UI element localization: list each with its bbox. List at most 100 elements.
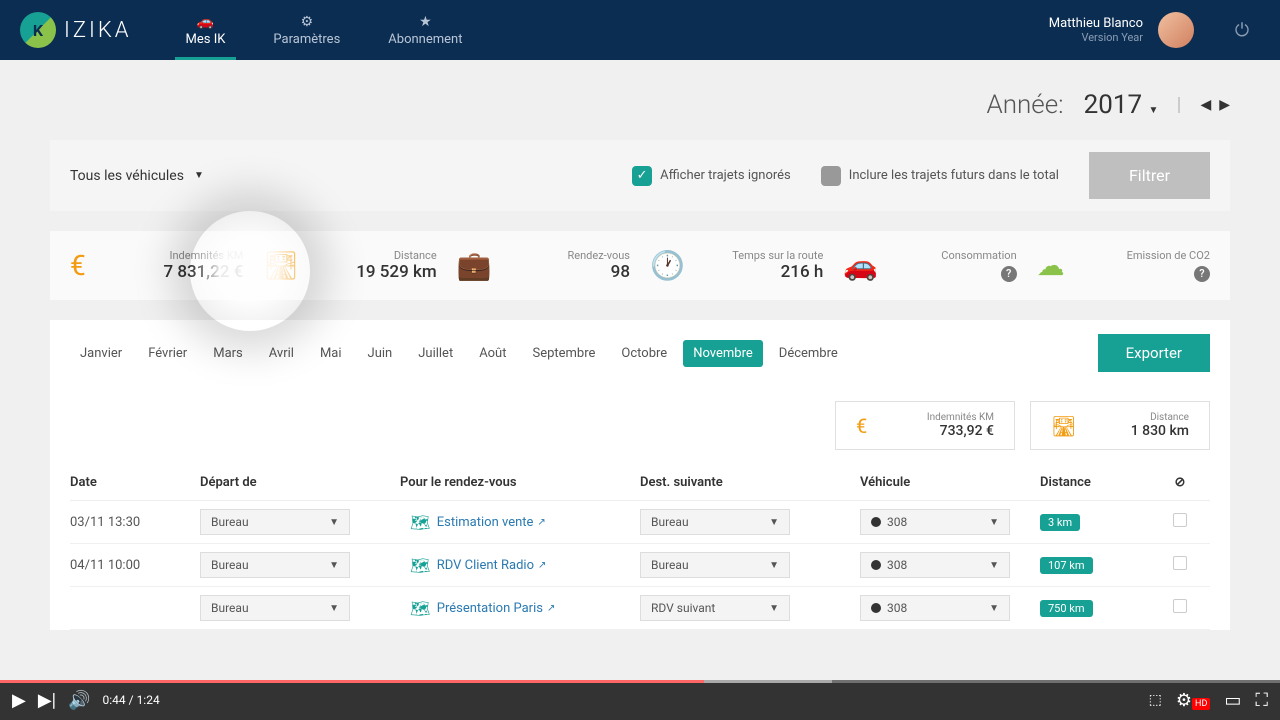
show-ignored-checkbox[interactable]: ✓ Afficher trajets ignorés: [632, 166, 791, 186]
nav-label: Abonnement: [388, 32, 462, 47]
cell-depart: Bureau▼: [200, 595, 400, 621]
cell-date: 03/11 13:30: [70, 515, 200, 530]
checkbox-label: Afficher trajets ignorés: [660, 168, 791, 183]
filter-button[interactable]: Filtrer: [1089, 152, 1210, 199]
month-août[interactable]: Août: [469, 340, 516, 367]
cell-rdv: 🗺 Présentation Paris ↗: [400, 599, 640, 618]
vehicle-select[interactable]: 308▼: [860, 509, 1010, 535]
year-dropdown[interactable]: 2017 ▼: [1084, 90, 1159, 120]
stat-label: Indemnités KM: [927, 412, 994, 423]
stat-card: 🕐 Temps sur la route 216 h: [640, 249, 833, 282]
stat-value: 1 830 km: [1131, 423, 1189, 439]
month-décembre[interactable]: Décembre: [769, 340, 848, 367]
stat-label: Temps sur la route: [732, 249, 823, 262]
stat-icon: 🛣: [263, 249, 299, 282]
stat-card: 🛣 Distance 19 529 km: [253, 249, 446, 282]
th-date: Date: [70, 475, 200, 490]
year-next-button[interactable]: ▶: [1219, 97, 1230, 113]
month-janvier[interactable]: Janvier: [70, 340, 132, 367]
rdv-link[interactable]: Présentation Paris ↗: [437, 601, 556, 616]
th-depart: Départ de: [200, 475, 400, 490]
depart-select[interactable]: Bureau▼: [200, 509, 350, 535]
sub-stat: 🛣 Distance 1 830 km: [1030, 401, 1210, 450]
checkbox-checked-icon: ✓: [632, 166, 652, 186]
help-icon[interactable]: ?: [1194, 266, 1210, 282]
month-mars[interactable]: Mars: [203, 340, 253, 367]
power-button[interactable]: ⏻: [1224, 12, 1260, 48]
dest-select[interactable]: Bureau▼: [640, 509, 790, 535]
row-checkbox[interactable]: [1173, 556, 1187, 570]
cell-rdv: 🗺 RDV Client Radio ↗: [400, 556, 640, 575]
th-distance: Distance: [1040, 475, 1160, 490]
vehicles-dropdown[interactable]: Tous les véhicules ▼: [70, 168, 204, 184]
stat-icon: 🚗: [843, 249, 878, 282]
vehicle-select[interactable]: 308▼: [860, 595, 1010, 621]
th-vehicle: Véhicule: [860, 475, 1040, 490]
stat-label: Distance: [394, 249, 437, 262]
checkbox-label: Inclure les trajets futurs dans le total: [849, 168, 1059, 183]
vehicle-select[interactable]: 308▼: [860, 552, 1010, 578]
caret-down-icon: ▼: [194, 170, 204, 181]
logo-icon: K: [20, 12, 56, 48]
stat-value: 19 529 km: [356, 262, 436, 282]
cell-date: 04/11 10:00: [70, 558, 200, 573]
fullscreen-button[interactable]: ⛶: [1255, 690, 1268, 711]
logo-text: IZIKA: [64, 18, 132, 43]
stat-icon: 🕐: [650, 249, 685, 282]
row-checkbox[interactable]: [1173, 513, 1187, 527]
nav-mes-ik[interactable]: 🚗 Mes IK: [162, 0, 250, 60]
month-mai[interactable]: Mai: [310, 340, 352, 367]
include-future-checkbox[interactable]: Inclure les trajets futurs dans le total: [821, 166, 1059, 186]
month-novembre[interactable]: Novembre: [683, 340, 763, 367]
play-button[interactable]: ▶: [12, 690, 26, 711]
export-button[interactable]: Exporter: [1098, 334, 1210, 372]
month-juillet[interactable]: Juillet: [408, 340, 463, 367]
stat-icon: 🛣: [1051, 414, 1076, 438]
month-février[interactable]: Février: [138, 340, 197, 367]
depart-select[interactable]: Bureau▼: [200, 595, 350, 621]
stat-card: 💼 Rendez-vous 98: [447, 249, 640, 282]
stat-value: 98: [611, 262, 630, 282]
stat-value: ?: [1190, 262, 1210, 282]
rdv-link[interactable]: Estimation vente ↗: [437, 515, 546, 530]
nav-abonnement[interactable]: ★ Abonnement: [364, 0, 486, 60]
distance-badge: 750 km: [1040, 600, 1093, 617]
stat-icon: €: [70, 249, 86, 282]
vehicles-label: Tous les véhicules: [70, 168, 184, 184]
year-prev-button[interactable]: ◀: [1200, 97, 1211, 113]
miniplayer-button[interactable]: ▭: [1224, 690, 1241, 711]
user-info[interactable]: Matthieu Blanco Version Year: [1049, 16, 1143, 44]
cell-vehicle: 308▼: [860, 552, 1040, 578]
settings-button[interactable]: ⚙HD: [1176, 690, 1210, 711]
rdv-link[interactable]: RDV Client Radio ↗: [437, 558, 547, 573]
cell-distance: 107 km: [1040, 557, 1160, 574]
month-octobre[interactable]: Octobre: [611, 340, 677, 367]
video-player-controls: ▶ ▶| 🔊 0:44 / 1:24 ⬚ ⚙HD ▭ ⛶: [0, 680, 1280, 720]
volume-button[interactable]: 🔊: [68, 690, 90, 711]
subtitles-button[interactable]: ⬚: [1149, 692, 1162, 708]
month-septembre[interactable]: Septembre: [522, 340, 605, 367]
cell-dest: Bureau▼: [640, 552, 860, 578]
depart-select[interactable]: Bureau▼: [200, 552, 350, 578]
map-icon[interactable]: 🗺: [410, 513, 430, 532]
dest-select[interactable]: RDV suivant▼: [640, 595, 790, 621]
month-avril[interactable]: Avril: [259, 340, 304, 367]
logo[interactable]: K IZIKA: [20, 12, 132, 48]
user-name: Matthieu Blanco: [1049, 16, 1143, 31]
stat-value: 733,92 €: [927, 423, 994, 439]
avatar[interactable]: [1158, 12, 1194, 48]
cell-distance: 750 km: [1040, 600, 1160, 617]
progress-bar[interactable]: [0, 680, 1280, 683]
external-link-icon: ↗: [538, 560, 546, 571]
checkbox-unchecked-icon: [821, 166, 841, 186]
map-icon[interactable]: 🗺: [410, 599, 430, 618]
next-button[interactable]: ▶|: [38, 690, 56, 711]
cell-checkbox: [1160, 556, 1200, 574]
month-juin[interactable]: Juin: [358, 340, 403, 367]
nav-parametres[interactable]: ⚙ Paramètres: [249, 0, 364, 60]
stat-icon: €: [856, 414, 867, 438]
dest-select[interactable]: Bureau▼: [640, 552, 790, 578]
row-checkbox[interactable]: [1173, 599, 1187, 613]
map-icon[interactable]: 🗺: [410, 556, 430, 575]
help-icon[interactable]: ?: [1001, 266, 1017, 282]
